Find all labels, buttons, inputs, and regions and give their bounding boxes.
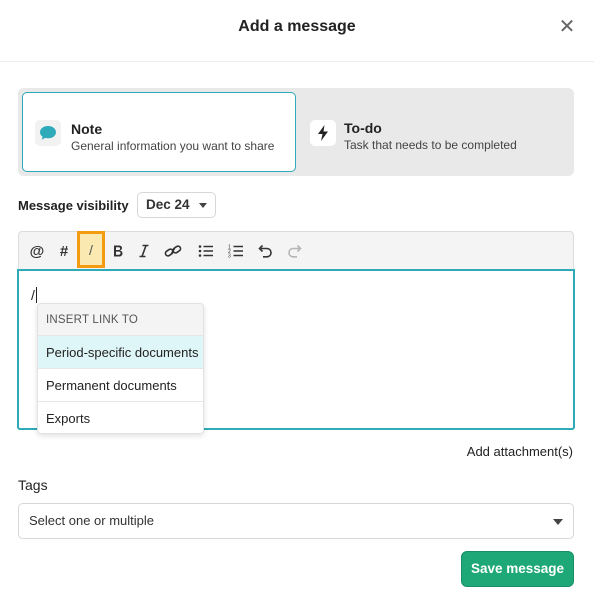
note-label: Note [71,121,103,137]
todo-description: Task that needs to be completed [344,138,517,152]
caret-down-icon [199,203,207,208]
visibility-label: Message visibility [18,198,129,213]
note-description: General information you want to share [71,139,275,153]
modal-header: Add a message ✕ [0,0,594,62]
tags-placeholder: Select one or multiple [29,513,155,528]
menu-item-permanent-documents[interactable]: Permanent documents [38,369,203,402]
caret-down-icon [553,519,563,525]
lightning-icon [310,120,336,146]
insert-link-menu-header: INSERT LINK TO [38,304,203,336]
italic-button[interactable] [133,240,155,262]
visibility-select[interactable]: Dec 24 [137,192,216,218]
tags-label: Tags [18,477,48,493]
italic-icon [139,244,149,258]
bullet-list-button[interactable] [195,240,217,262]
slash-command-button[interactable]: / [77,231,105,268]
message-type-note[interactable]: Note General information you want to sha… [22,92,296,172]
text-cursor [35,287,37,303]
add-attachment-link[interactable]: Add attachment(s) [467,444,573,459]
redo-icon [288,244,302,258]
editor-text: / [31,287,35,303]
hashtag-button[interactable]: # [53,240,75,262]
undo-button[interactable] [254,240,276,262]
save-message-button[interactable]: Save message [461,551,574,587]
message-type-selector: Note General information you want to sha… [18,88,574,176]
link-button[interactable] [162,240,184,262]
slash-icon: / [89,241,93,258]
menu-item-exports[interactable]: Exports [38,402,203,433]
bold-button[interactable] [107,240,129,262]
svg-text:3: 3 [228,254,231,259]
mention-button[interactable]: @ [26,240,48,262]
insert-link-menu: INSERT LINK TO Period-specific documents… [37,303,204,434]
undo-icon [258,244,272,258]
redo-button[interactable] [284,240,306,262]
tags-select[interactable]: Select one or multiple [18,503,574,539]
modal-title: Add a message [238,18,356,35]
close-icon[interactable]: ✕ [558,16,576,38]
bold-icon [114,245,123,257]
bullet-list-icon [198,245,213,257]
menu-item-period-specific-documents[interactable]: Period-specific documents [38,336,203,369]
speech-bubble-icon [35,120,61,146]
at-icon: @ [29,242,45,260]
todo-label: To-do [344,120,382,136]
numbered-list-button[interactable]: 1 2 3 [225,240,247,262]
editor-toolbar: @ # / 1 2 3 [18,231,574,270]
link-icon [164,245,182,257]
editor-content[interactable]: / [31,287,37,303]
numbered-list-icon: 1 2 3 [228,245,243,259]
message-type-todo[interactable]: To-do Task that needs to be completed [304,92,570,172]
hash-icon: # [59,242,69,260]
visibility-value: Dec 24 [146,197,190,212]
